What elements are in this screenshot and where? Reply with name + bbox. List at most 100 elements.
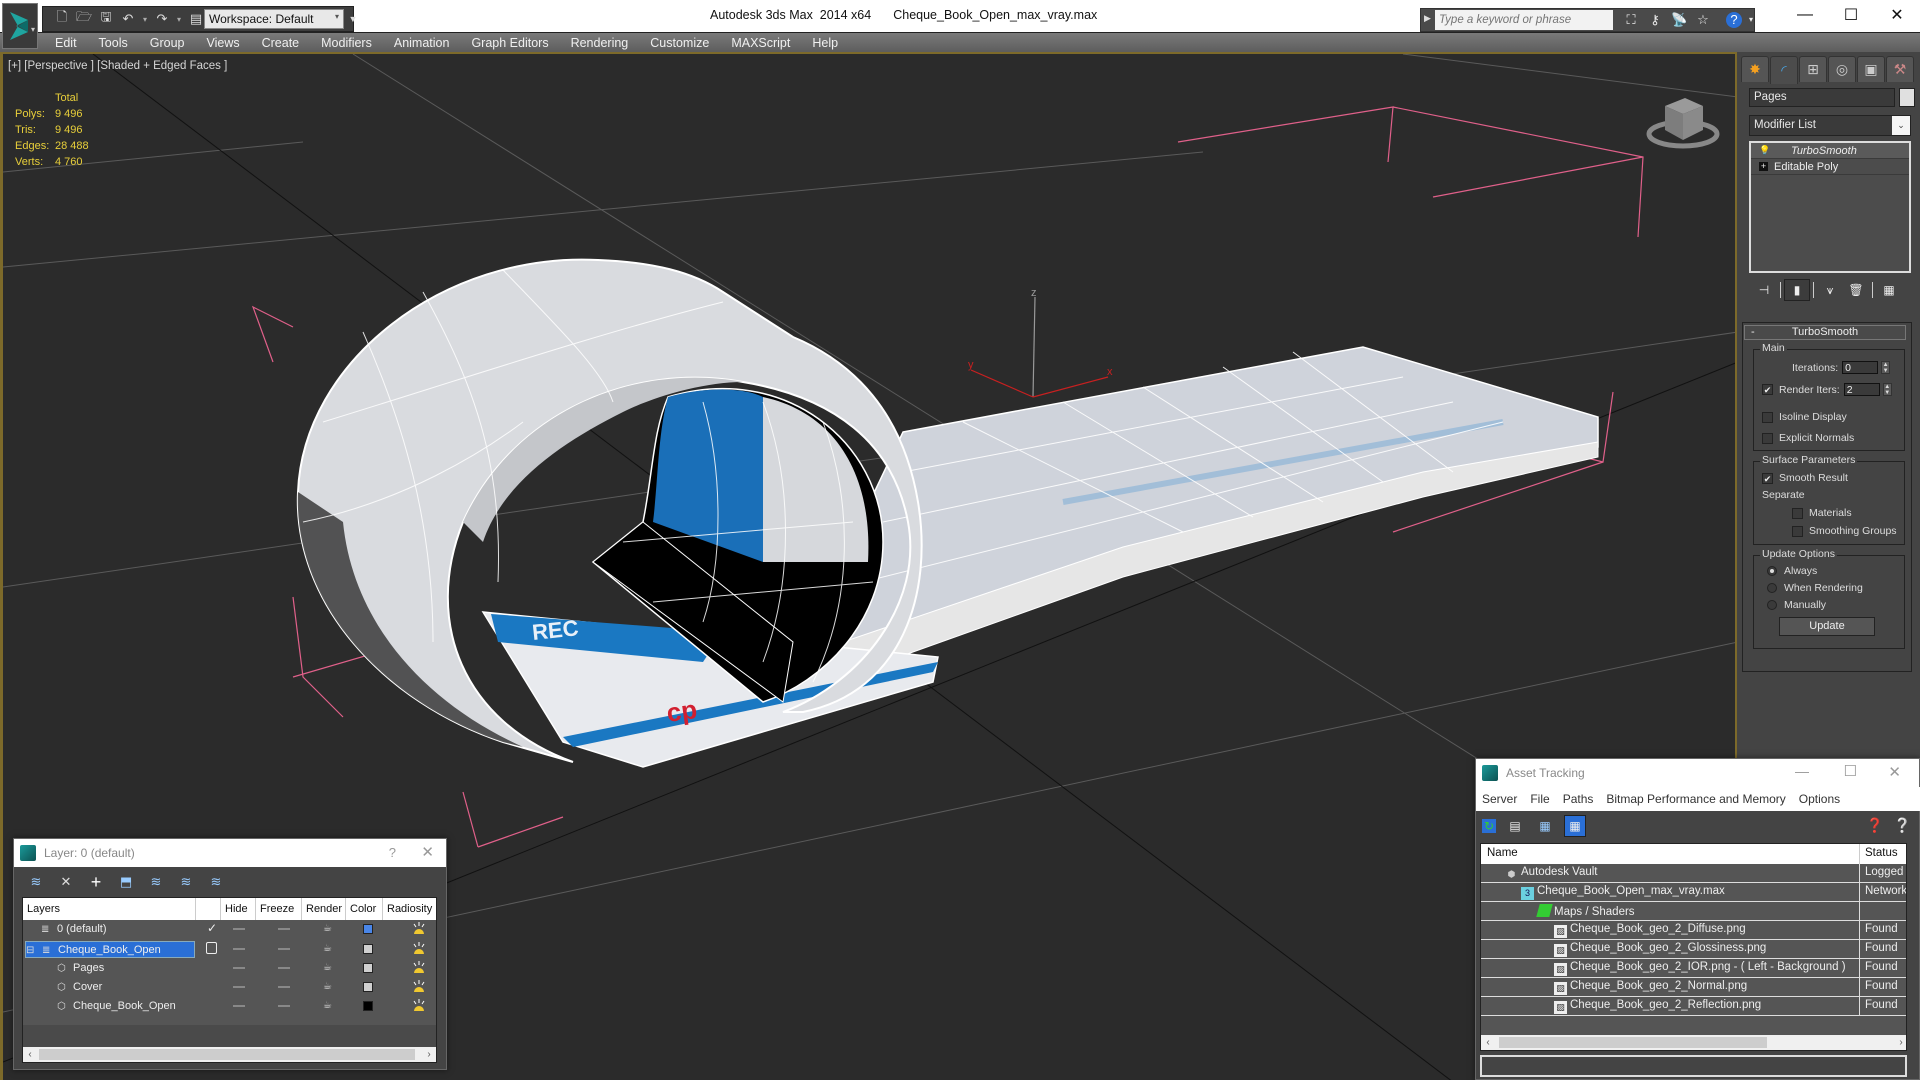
hide-toggle[interactable] bbox=[233, 986, 245, 988]
menu-customize[interactable]: Customize bbox=[650, 36, 709, 50]
menu-edit[interactable]: Edit bbox=[55, 36, 77, 50]
smoothing-groups-checkbox[interactable] bbox=[1792, 525, 1803, 537]
column-header-freeze[interactable]: Freeze bbox=[255, 898, 294, 920]
motion-tab[interactable]: ◎ bbox=[1828, 56, 1856, 82]
project-folder-icon[interactable]: ▤ bbox=[187, 10, 205, 28]
layer-row[interactable]: ⬡ Cover ☕ bbox=[23, 978, 436, 997]
column-header-name[interactable]: Name bbox=[1487, 847, 1518, 859]
column-header-current[interactable] bbox=[195, 898, 220, 920]
scroll-right-icon[interactable]: › bbox=[422, 1047, 436, 1062]
menu-group[interactable]: Group bbox=[150, 36, 185, 50]
viewport-label-menu[interactable]: [+] [Perspective ] [Shaded + Edged Faces… bbox=[8, 60, 227, 72]
help-dropdown-icon[interactable]: ▾ bbox=[1743, 12, 1759, 28]
rollout-header[interactable]: - TurboSmooth bbox=[1744, 325, 1906, 340]
current-layer-checkmark-icon[interactable]: ✓ bbox=[207, 921, 217, 935]
show-end-result-icon[interactable]: ▮ bbox=[1784, 279, 1810, 301]
scroll-left-icon[interactable]: ‹ bbox=[23, 1047, 37, 1062]
add-to-layer-icon[interactable]: + bbox=[86, 872, 106, 892]
open-file-icon[interactable]: 🗁 bbox=[75, 9, 93, 28]
make-unique-icon[interactable]: ⩛ bbox=[1817, 279, 1843, 301]
current-layer-checkbox[interactable] bbox=[206, 942, 217, 954]
update-button[interactable]: Update bbox=[1779, 617, 1875, 636]
layer-row[interactable]: ≣ 0 (default) ✓ ☕ bbox=[23, 920, 436, 939]
column-header-hide[interactable]: Hide bbox=[220, 898, 248, 920]
layer-color-swatch[interactable] bbox=[363, 1001, 373, 1011]
expand-plus-icon[interactable]: + bbox=[1759, 162, 1768, 171]
asset-row[interactable]: Maps / Shaders bbox=[1481, 902, 1906, 921]
key-icon[interactable]: ⚷ bbox=[1647, 12, 1663, 28]
redo-icon[interactable]: ↷ bbox=[153, 10, 171, 28]
hide-toggle[interactable] bbox=[233, 967, 245, 969]
create-layer-icon[interactable]: ≋ bbox=[26, 873, 46, 891]
layer-color-swatch[interactable] bbox=[363, 982, 373, 992]
collapse-minus-icon[interactable]: ⊟ bbox=[26, 942, 38, 959]
highlight-layer-icon[interactable]: ≋ bbox=[176, 873, 196, 891]
asset-row[interactable]: 3 Cheque_Book_Open_max_vray.max Network bbox=[1481, 883, 1906, 902]
maximize-button[interactable]: ☐ bbox=[1844, 762, 1857, 780]
hierarchy-tab[interactable]: ⊞ bbox=[1799, 56, 1827, 82]
horizontal-scrollbar[interactable]: ‹ › bbox=[23, 1047, 436, 1062]
asset-row[interactable]: ▨ Cheque_Book_geo_2_IOR.png - ( Left - Ba… bbox=[1481, 959, 1906, 978]
context-help-icon[interactable]: ❔ bbox=[1894, 817, 1911, 834]
layer-color-swatch[interactable] bbox=[363, 963, 373, 973]
menu-graph-editors[interactable]: Graph Editors bbox=[471, 36, 548, 50]
menu-paths[interactable]: Paths bbox=[1563, 792, 1594, 806]
asset-row[interactable]: ▨ Cheque_Book_geo_2_Glossiness.png Found bbox=[1481, 940, 1906, 959]
menu-views[interactable]: Views bbox=[206, 36, 239, 50]
menu-rendering[interactable]: Rendering bbox=[571, 36, 629, 50]
customize-toolbar-icon[interactable]: ▼ bbox=[348, 9, 358, 29]
render-iters-checkbox[interactable]: ✔ bbox=[1762, 384, 1773, 395]
render-iters-spinner[interactable]: ▲ ▼ bbox=[1882, 383, 1892, 396]
utilities-tab[interactable]: ⚒ bbox=[1886, 56, 1914, 82]
menu-animation[interactable]: Animation bbox=[394, 36, 450, 50]
remove-modifier-icon[interactable]: 🗑 bbox=[1843, 279, 1869, 301]
update-always-radio[interactable] bbox=[1767, 566, 1777, 576]
hide-toggle[interactable] bbox=[233, 928, 245, 930]
render-teapot-icon[interactable]: ☕ bbox=[323, 923, 332, 934]
menu-create[interactable]: Create bbox=[262, 36, 300, 50]
redo-dropdown-icon[interactable]: ▾ bbox=[175, 15, 183, 24]
column-header-render[interactable]: Render bbox=[301, 898, 342, 920]
isoline-checkbox[interactable] bbox=[1762, 411, 1773, 423]
expand-search-icon[interactable]: ▶ bbox=[1424, 13, 1431, 24]
iterations-spinner[interactable]: ▲ ▼ bbox=[1881, 361, 1891, 374]
maximize-button[interactable]: ☐ bbox=[1828, 0, 1874, 30]
freeze-toggle[interactable] bbox=[278, 1005, 290, 1007]
radiosity-sun-icon[interactable] bbox=[412, 941, 426, 955]
horizontal-scrollbar[interactable]: ‹ › bbox=[1481, 1035, 1906, 1050]
star-icon[interactable]: ☆ bbox=[1695, 12, 1711, 28]
table-view-icon[interactable]: ▦ bbox=[1564, 815, 1586, 837]
radiosity-sun-icon[interactable] bbox=[412, 960, 426, 974]
iterations-field[interactable]: 0 bbox=[1842, 361, 1879, 374]
dialog-title-bar[interactable]: Layer: 0 (default) ? ✕ bbox=[14, 839, 446, 867]
asset-row[interactable]: ⬢ Autodesk Vault Logged O bbox=[1481, 864, 1906, 883]
scrollbar-thumb[interactable] bbox=[39, 1049, 415, 1060]
select-objects-icon[interactable]: ⬒ bbox=[116, 873, 136, 891]
scroll-right-icon[interactable]: › bbox=[1894, 1035, 1906, 1050]
menu-tools[interactable]: Tools bbox=[99, 36, 128, 50]
radiosity-sun-icon[interactable] bbox=[412, 921, 426, 935]
close-button[interactable]: ✕ bbox=[1888, 763, 1901, 781]
scroll-left-icon[interactable]: ‹ bbox=[1481, 1035, 1495, 1050]
save-icon[interactable]: 🖫 bbox=[97, 9, 115, 28]
object-name-field[interactable]: Pages bbox=[1749, 88, 1895, 107]
update-manually-radio[interactable] bbox=[1767, 600, 1777, 610]
delete-layer-icon[interactable]: ✕ bbox=[56, 873, 76, 891]
list-view-icon[interactable]: ▤ bbox=[1504, 815, 1526, 837]
satellite-icon[interactable]: 📡 bbox=[1671, 12, 1687, 28]
menu-maxscript[interactable]: MAXScript bbox=[731, 36, 790, 50]
select-layer-icon[interactable]: ≋ bbox=[146, 873, 166, 891]
layer-color-swatch[interactable] bbox=[363, 944, 373, 954]
render-teapot-icon[interactable]: ☕ bbox=[323, 981, 332, 992]
object-color-swatch[interactable] bbox=[1899, 88, 1915, 107]
minimize-button[interactable]: — bbox=[1795, 763, 1809, 779]
render-teapot-icon[interactable]: ☕ bbox=[323, 1000, 332, 1011]
lightbulb-icon[interactable]: 💡 bbox=[1759, 145, 1771, 156]
menu-modifiers[interactable]: Modifiers bbox=[321, 36, 372, 50]
freeze-toggle[interactable] bbox=[278, 928, 290, 930]
freeze-toggle[interactable] bbox=[278, 967, 290, 969]
freeze-toggle[interactable] bbox=[278, 986, 290, 988]
display-tab[interactable]: ▣ bbox=[1857, 56, 1885, 82]
column-header-color[interactable]: Color bbox=[345, 898, 376, 920]
render-iters-field[interactable]: 2 bbox=[1843, 383, 1880, 396]
